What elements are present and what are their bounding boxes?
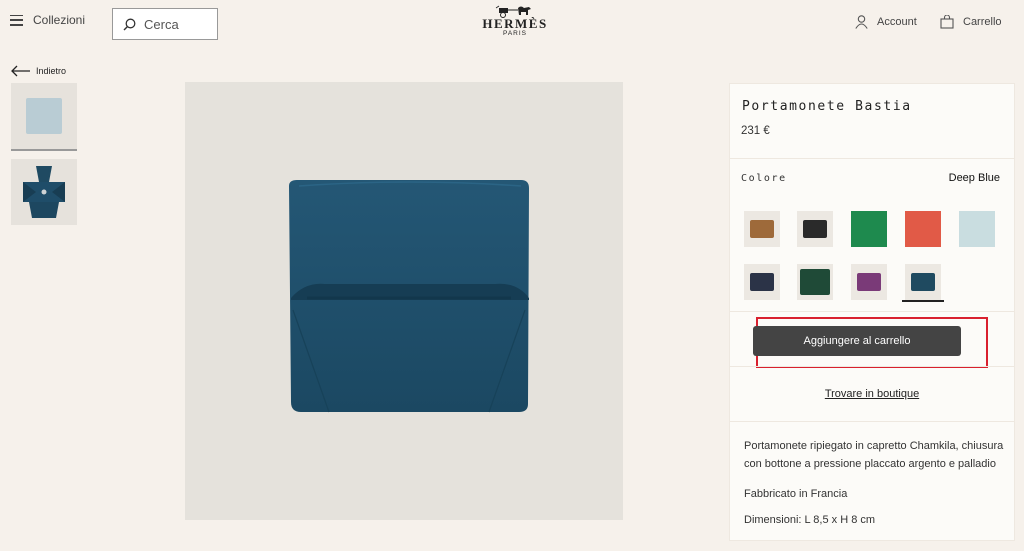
thumbnail-2[interactable] [11, 159, 77, 225]
pouch-light-blue-image [26, 98, 62, 134]
product-panel: Portamonete Bastia 231 € Colore Deep Blu… [729, 83, 1015, 541]
divider [730, 158, 1014, 159]
shopping-bag-icon [940, 15, 954, 29]
back-link[interactable]: Indietro [11, 65, 66, 77]
arrow-left-icon [11, 65, 30, 77]
collections-menu-button[interactable]: Collezioni [10, 13, 85, 27]
color-label: Colore [741, 173, 787, 184]
coin-purse-image [289, 180, 529, 413]
color-swatch-green[interactable] [851, 211, 887, 247]
account-link[interactable]: Account [855, 15, 917, 29]
product-title: Portamonete Bastia [742, 99, 912, 114]
product-description: Portamonete ripiegato in capretto Chamki… [744, 440, 1004, 470]
hamburger-icon [10, 14, 23, 26]
color-swatch-black[interactable] [797, 211, 833, 247]
product-main-image [185, 82, 623, 520]
color-swatch-gold-tan[interactable] [744, 211, 780, 247]
thumbnail-active-indicator [11, 149, 77, 151]
site-header: Collezioni HERMÈS PARIS Account Ca [0, 0, 1024, 50]
account-label: Account [877, 16, 917, 28]
selected-color-value: Deep Blue [948, 172, 1000, 184]
collections-label: Collezioni [33, 13, 86, 27]
cart-label: Carrello [963, 16, 1002, 28]
hermes-logo[interactable]: HERMÈS PARIS [475, 4, 555, 44]
cart-link[interactable]: Carrello [940, 15, 1002, 29]
color-swatch-red[interactable] [905, 211, 941, 247]
add-to-cart-button[interactable]: Aggiungere al carrello [753, 326, 961, 356]
divider [730, 311, 1014, 312]
logo-city: PARIS [502, 30, 528, 37]
divider [730, 421, 1014, 422]
made-in-text: Fabbricato in Francia [744, 488, 848, 500]
search-icon [123, 18, 136, 30]
divider [730, 366, 1014, 367]
open-pouch-image [23, 166, 65, 218]
find-in-boutique-link[interactable]: Trovare in boutique [730, 388, 1014, 400]
color-swatch-purple[interactable] [851, 264, 887, 300]
search-input[interactable] [144, 16, 204, 32]
search-box[interactable] [112, 8, 218, 40]
color-swatch-dark-green[interactable] [797, 264, 833, 300]
color-swatch-navy[interactable] [744, 264, 780, 300]
color-swatch-deep-blue[interactable] [905, 264, 941, 300]
thumbnail-1[interactable] [11, 83, 77, 149]
user-icon [855, 15, 868, 29]
color-swatch-light-blue[interactable] [959, 211, 995, 247]
selected-swatch-indicator [902, 300, 944, 302]
back-label: Indietro [36, 66, 67, 76]
logo-name: HERMÈS [482, 16, 548, 31]
product-price: 231 € [741, 125, 770, 137]
dimensions-text: Dimensioni: L 8,5 x H 8 cm [744, 514, 876, 526]
